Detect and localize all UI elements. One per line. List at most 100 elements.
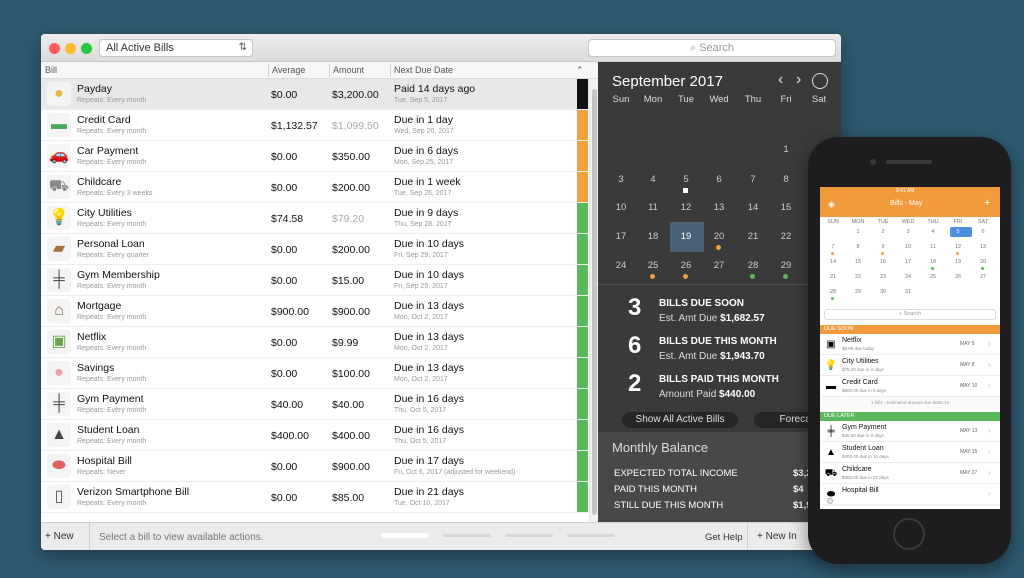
calendar-day[interactable]: 6	[704, 174, 734, 185]
minimize-window-button[interactable]	[65, 43, 76, 54]
bill-row[interactable]: ⛟ Childcare Repeats: Every 3 weeks $0.00 $20…	[41, 172, 589, 203]
prev-month-icon[interactable]: ‹	[778, 71, 783, 89]
today-clock-icon[interactable]	[812, 73, 828, 89]
phone-day[interactable]: 24	[901, 274, 915, 280]
phone-settings-gear-icon[interactable]: ⚙	[826, 496, 834, 507]
phone-day[interactable]: 4	[926, 229, 940, 235]
phone-day[interactable]: 17	[901, 259, 915, 265]
phone-day[interactable]: 13	[976, 244, 990, 250]
phone-day[interactable]: 22	[851, 274, 865, 280]
phone-day[interactable]: 14	[826, 259, 840, 265]
phone-day[interactable]: 12	[951, 244, 965, 250]
show-all-active-bills-button[interactable]: Show All Active Bills	[622, 412, 738, 428]
phone-day[interactable]: 16	[876, 259, 890, 265]
calendar-day[interactable]: 14	[738, 202, 768, 213]
calendar-day[interactable]: 5	[671, 174, 701, 185]
phone-day[interactable]: 25	[926, 274, 940, 280]
phone-day[interactable]: 11	[926, 244, 940, 250]
calendar-day[interactable]: 17	[606, 231, 636, 242]
phone-bill-item[interactable]: ⬬ Hospital Bill ›	[820, 485, 1000, 505]
calendar-day[interactable]: 28	[738, 260, 768, 271]
phone-day[interactable]: 20	[976, 259, 990, 265]
bill-row[interactable]: ▯ Verizon Smartphone Bill Repeats: Every m…	[41, 482, 589, 513]
calendar-day[interactable]: 26	[671, 260, 701, 271]
calendar-day[interactable]: 19	[671, 231, 701, 242]
calendar-day[interactable]: 27	[704, 260, 734, 271]
phone-bill-item[interactable]: ▬ Credit Card $500.00 due in 5 days MAY 10 ›	[820, 377, 1000, 397]
page-indicator[interactable]	[443, 534, 491, 537]
bill-row[interactable]: ▣ Netflix Repeats: Every month $0.00 $9.99 Du…	[41, 327, 589, 358]
phone-home-button[interactable]	[893, 518, 925, 550]
close-window-button[interactable]	[49, 43, 60, 54]
calendar-day[interactable]: 7	[738, 174, 768, 185]
calendar-day[interactable]: 13	[704, 202, 734, 213]
phone-day[interactable]: 1	[851, 229, 865, 235]
scrollbar-thumb[interactable]	[592, 89, 597, 515]
calendar-day[interactable]: 29	[771, 260, 801, 271]
calendar-day[interactable]: 22	[771, 231, 801, 242]
bill-row[interactable]: ╪ Gym Payment Repeats: Every month $40.00 $4…	[41, 389, 589, 420]
phone-day[interactable]: 7	[826, 244, 840, 250]
zoom-window-button[interactable]	[81, 43, 92, 54]
next-month-icon[interactable]: ›	[796, 71, 801, 89]
sort-up-icon[interactable]: ⌃	[576, 65, 584, 76]
phone-day[interactable]: 29	[851, 289, 865, 295]
phone-day[interactable]: 3	[901, 229, 915, 235]
phone-day[interactable]: 10	[901, 244, 915, 250]
phone-bill-item[interactable]: ╪ Gym Payment $40.00 due in 8 days MAY 13 ›	[820, 422, 1000, 442]
calendar-day[interactable]: 10	[606, 202, 636, 213]
calendar-day[interactable]: 8	[771, 174, 801, 185]
column-amount[interactable]: Amount	[333, 65, 364, 75]
calendar-day[interactable]: 20	[704, 231, 734, 242]
bill-row[interactable]: ╪ Gym Membership Repeats: Every month $0.00…	[41, 265, 589, 296]
phone-day[interactable]: 21	[826, 274, 840, 280]
phone-add-icon[interactable]: +	[984, 197, 990, 209]
phone-day[interactable]: 9	[876, 244, 890, 250]
page-indicator-active[interactable]	[381, 533, 429, 538]
phone-bill-item[interactable]: ▲ Student Loan $400.00 due in 10 days MAY 1…	[820, 443, 1000, 463]
bill-row[interactable]: 🚗 Car Payment Repeats: Every month $0.00 $35…	[41, 141, 589, 172]
phone-day[interactable]: 15	[851, 259, 865, 265]
phone-day[interactable]: 28	[826, 289, 840, 295]
phone-day[interactable]: 6	[976, 229, 990, 235]
phone-day[interactable]: 8	[851, 244, 865, 250]
phone-bill-item[interactable]: ⛟ Childcare $200.00 due in 22 days MAY 27 ›	[820, 464, 1000, 484]
phone-day[interactable]: 2	[876, 229, 890, 235]
calendar-day[interactable]: 4	[638, 174, 668, 185]
calendar-day[interactable]: 12	[671, 202, 701, 213]
phone-day[interactable]: 26	[951, 274, 965, 280]
calendar-day[interactable]: 3	[606, 174, 636, 185]
phone-day[interactable]: 27	[976, 274, 990, 280]
bill-row[interactable]: ▬ Credit Card Repeats: Every month $1,132.5…	[41, 110, 589, 141]
bill-row[interactable]: ▰ Personal Loan Repeats: Every quarter $0.0…	[41, 234, 589, 265]
bill-row[interactable]: ⌂ Mortgage Repeats: Every month $900.00 $900…	[41, 296, 589, 327]
calendar-day[interactable]: 21	[738, 231, 768, 242]
bill-filter-select[interactable]: All Active Bills ⇅	[99, 39, 253, 57]
column-next-due[interactable]: Next Due Date	[394, 65, 453, 75]
phone-bill-item[interactable]: ▣ Netflix $9.99 due today MAY 5 ›	[820, 335, 1000, 355]
calendar-day[interactable]: 25	[638, 260, 668, 271]
calendar-day[interactable]: 24	[606, 260, 636, 271]
phone-day[interactable]: 23	[876, 274, 890, 280]
new-income-button[interactable]: + New In	[757, 531, 797, 542]
bill-row[interactable]: ● Payday Repeats: Every month $0.00 $3,200.0…	[41, 79, 589, 110]
search-input[interactable]: ⌕ Search	[588, 39, 836, 57]
calendar-day[interactable]: 1	[771, 144, 801, 155]
phone-search-input[interactable]: ⌕ Search	[824, 309, 996, 320]
phone-day[interactable]: 5	[951, 229, 965, 235]
scrollbar[interactable]	[589, 79, 598, 522]
bill-row[interactable]: ⬬ Hospital Bill Repeats: Never $0.00 $900.00…	[41, 451, 589, 482]
get-help-button[interactable]: Get Help	[705, 532, 743, 543]
column-bill[interactable]: Bill	[45, 65, 57, 75]
phone-day[interactable]: 30	[876, 289, 890, 295]
new-bill-button[interactable]: + New	[45, 531, 74, 542]
calendar-day[interactable]: 15	[771, 202, 801, 213]
page-indicator[interactable]	[505, 534, 553, 537]
calendar-day[interactable]: 11	[638, 202, 668, 213]
page-indicator[interactable]	[567, 534, 615, 537]
bill-row[interactable]: 💡 City Utilities Repeats: Every month $74.5…	[41, 203, 589, 234]
phone-day[interactable]: 19	[951, 259, 965, 265]
column-average[interactable]: Average	[272, 65, 305, 75]
phone-bill-item[interactable]: 💡 City Utilities $75.20 due in 3 days MAY 8…	[820, 356, 1000, 376]
phone-day[interactable]: 18	[926, 259, 940, 265]
